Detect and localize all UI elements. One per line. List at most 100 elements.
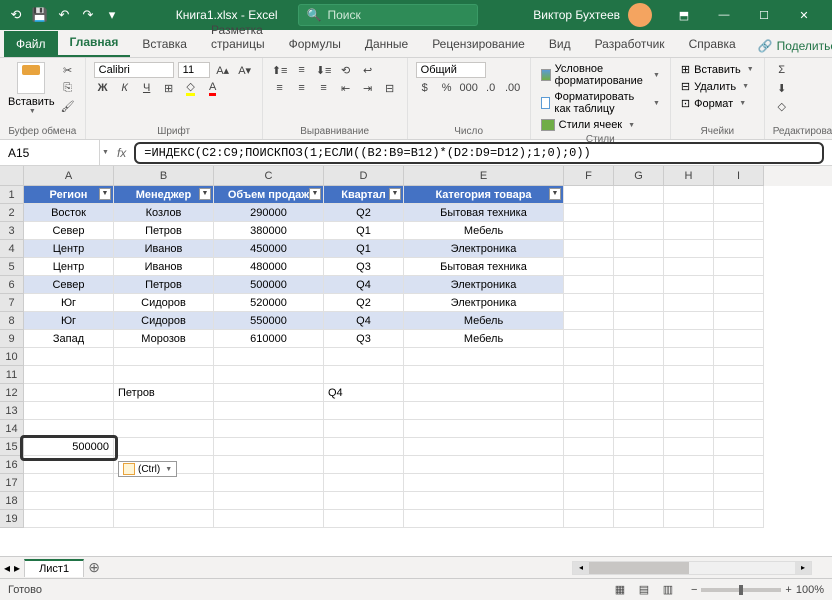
cell[interactable] (324, 438, 404, 456)
cell[interactable] (664, 402, 714, 420)
insert-function-button[interactable]: fx (109, 146, 134, 160)
sheet-nav-prev-icon[interactable]: ◂ (4, 561, 10, 575)
cell[interactable] (664, 276, 714, 294)
cell[interactable] (714, 258, 764, 276)
cell[interactable] (714, 312, 764, 330)
cell[interactable]: Q4 (324, 276, 404, 294)
normal-view-icon[interactable]: ▦ (609, 581, 631, 599)
cell[interactable] (714, 384, 764, 402)
cell[interactable] (114, 438, 214, 456)
scroll-right-icon[interactable]: ▸ (795, 562, 811, 574)
cell[interactable]: Север (24, 222, 114, 240)
col-header[interactable]: F (564, 166, 614, 186)
undo-icon[interactable]: ↶ (56, 7, 72, 23)
cell[interactable]: 480000 (214, 258, 324, 276)
zoom-level[interactable]: 100% (796, 584, 824, 596)
cell[interactable] (214, 348, 324, 366)
cell[interactable] (24, 348, 114, 366)
col-header[interactable]: A (24, 166, 114, 186)
cell[interactable] (114, 366, 214, 384)
select-all-corner[interactable] (0, 166, 24, 186)
decrease-indent-icon[interactable]: ⇤ (337, 80, 355, 96)
share-button[interactable]: 🔗 Поделиться (748, 35, 832, 57)
format-painter-icon[interactable]: 🖌 (59, 99, 77, 115)
cell[interactable] (714, 348, 764, 366)
row-header[interactable]: 16 (0, 456, 24, 474)
cell-styles-button[interactable]: Стили ячеек▼ (539, 118, 662, 132)
font-color-icon[interactable]: А (204, 80, 222, 96)
cell[interactable] (324, 420, 404, 438)
cell[interactable]: Мебель (404, 312, 564, 330)
cell[interactable] (114, 348, 214, 366)
minimize-icon[interactable]: — (704, 0, 744, 30)
cell[interactable] (664, 366, 714, 384)
row-header[interactable]: 14 (0, 420, 24, 438)
cell[interactable]: Q1 (324, 240, 404, 258)
font-name-combo[interactable] (94, 62, 174, 78)
cell[interactable] (24, 402, 114, 420)
cell[interactable] (564, 492, 614, 510)
cell[interactable] (664, 348, 714, 366)
cell[interactable] (714, 438, 764, 456)
cell[interactable]: Юг (24, 312, 114, 330)
cell[interactable] (664, 456, 714, 474)
cell[interactable]: Q2 (324, 204, 404, 222)
page-layout-view-icon[interactable]: ▤ (633, 581, 655, 599)
cell[interactable]: Электроника (404, 294, 564, 312)
cell[interactable] (614, 492, 664, 510)
cell[interactable] (564, 312, 614, 330)
cell[interactable]: 520000 (214, 294, 324, 312)
underline-button[interactable]: Ч (138, 80, 156, 96)
tab-help[interactable]: Справка (677, 31, 748, 57)
cell[interactable] (404, 420, 564, 438)
cell[interactable]: Мебель (404, 330, 564, 348)
cell[interactable] (664, 474, 714, 492)
row-header[interactable]: 8 (0, 312, 24, 330)
cell[interactable]: 380000 (214, 222, 324, 240)
format-cells-button[interactable]: ⊡Формат▼ (679, 96, 756, 111)
cell[interactable]: Q4 (324, 312, 404, 330)
col-header[interactable]: C (214, 166, 324, 186)
tab-review[interactable]: Рецензирование (420, 31, 537, 57)
paste-button[interactable]: Вставить ▼ (8, 62, 55, 115)
orientation-icon[interactable]: ⟲ (337, 62, 355, 78)
cell[interactable] (24, 492, 114, 510)
cell[interactable] (324, 474, 404, 492)
cell[interactable] (614, 420, 664, 438)
italic-button[interactable]: К (116, 80, 134, 96)
cell[interactable]: Объем продаж▼ (214, 186, 324, 204)
delete-cells-button[interactable]: ⊟Удалить▼ (679, 79, 756, 94)
cell[interactable]: Бытовая техника (404, 204, 564, 222)
cell[interactable] (614, 276, 664, 294)
insert-cells-button[interactable]: ⊞Вставить▼ (679, 62, 756, 77)
ribbon-options-icon[interactable]: ⬒ (664, 0, 704, 30)
cell[interactable] (114, 420, 214, 438)
cell[interactable] (564, 222, 614, 240)
cell[interactable] (114, 402, 214, 420)
cell[interactable] (24, 384, 114, 402)
cell[interactable] (614, 366, 664, 384)
cell[interactable] (714, 492, 764, 510)
cell[interactable] (564, 474, 614, 492)
cell[interactable] (614, 222, 664, 240)
cell[interactable]: Регион▼ (24, 186, 114, 204)
cell[interactable] (214, 384, 324, 402)
cell[interactable] (564, 186, 614, 204)
align-bottom-icon[interactable]: ⬇≡ (315, 62, 333, 78)
cell[interactable] (404, 492, 564, 510)
row-header[interactable]: 7 (0, 294, 24, 312)
cell[interactable] (24, 420, 114, 438)
cell[interactable] (24, 366, 114, 384)
increase-font-icon[interactable]: A▴ (214, 62, 232, 78)
cell[interactable] (664, 510, 714, 528)
tab-home[interactable]: Главная (58, 29, 131, 57)
name-box[interactable]: A15 (0, 140, 100, 165)
cell[interactable] (714, 222, 764, 240)
cell[interactable] (714, 402, 764, 420)
tab-view[interactable]: Вид (537, 31, 583, 57)
tab-developer[interactable]: Разработчик (583, 31, 677, 57)
cell[interactable] (404, 366, 564, 384)
cell[interactable] (214, 474, 324, 492)
row-header[interactable]: 4 (0, 240, 24, 258)
cell[interactable] (614, 312, 664, 330)
